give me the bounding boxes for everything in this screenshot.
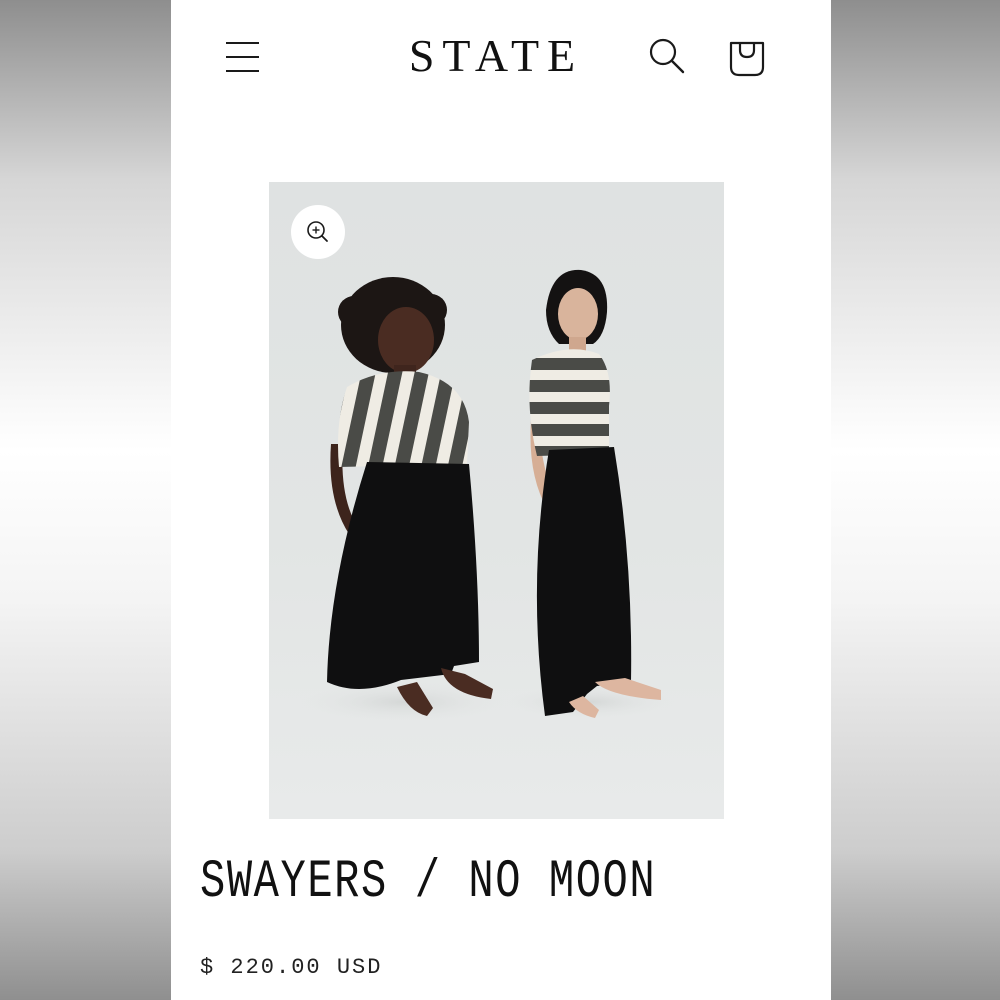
search-icon — [649, 38, 685, 74]
product-price: $ 220.00 USD — [200, 955, 383, 980]
search-button[interactable] — [647, 36, 687, 76]
menu-button[interactable] — [223, 38, 263, 76]
product-image[interactable] — [269, 182, 724, 819]
zoom-in-icon — [307, 221, 328, 242]
mobile-page: STATE SWAYERS / NO MOON $ 220.00 USD — [171, 0, 831, 1000]
menu-bar — [226, 56, 259, 58]
product-title: SWAYERS / NO MOON — [200, 852, 657, 913]
model-left — [327, 277, 493, 716]
shopping-bag-icon — [729, 41, 765, 77]
zoom-button[interactable] — [291, 205, 345, 259]
menu-bar — [226, 42, 259, 44]
menu-bar — [226, 70, 259, 72]
model-right — [529, 269, 661, 718]
cart-button[interactable] — [726, 35, 768, 79]
store-logo[interactable]: STATE — [371, 30, 621, 82]
product-photo — [294, 269, 679, 724]
